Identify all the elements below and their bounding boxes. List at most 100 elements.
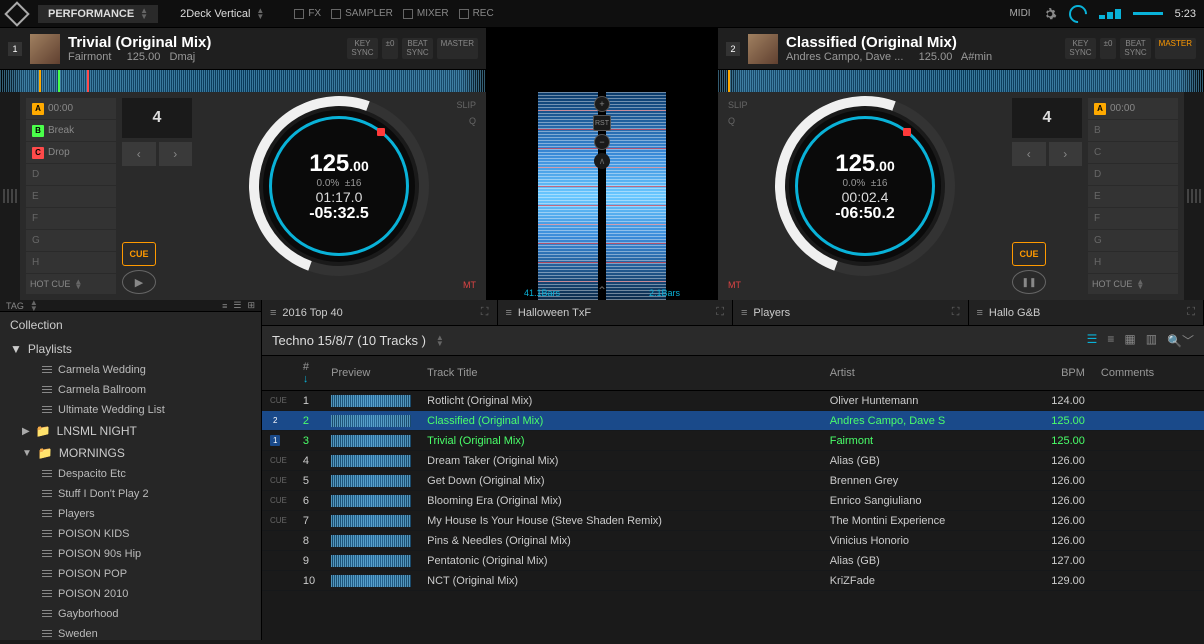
hotcue-E[interactable]: E (1088, 186, 1178, 208)
col-comments[interactable]: Comments (1093, 356, 1204, 391)
sidebar-item[interactable]: POISON POP (0, 564, 261, 584)
hotcue-F[interactable]: F (26, 208, 116, 230)
slip-button[interactable]: SLIP (456, 100, 476, 110)
deck-2-overview-waveform[interactable] (718, 70, 1204, 92)
master-button[interactable]: MASTER (437, 38, 478, 60)
master-button[interactable]: MASTER (1155, 38, 1196, 60)
hotcue-F[interactable]: F (1088, 208, 1178, 230)
loop-half-button[interactable]: ‹ (122, 142, 156, 166)
col-preview[interactable]: Preview (323, 356, 419, 391)
track-row[interactable]: 10 NCT (Original Mix) KriZFade 129.00 (262, 571, 1204, 591)
mode-dropdown[interactable]: PERFORMANCE ▲▼ (38, 5, 158, 23)
master-tempo-button[interactable]: MT (463, 280, 476, 290)
tag-filter-row[interactable]: TAG ▲▼ ≡☰⊞ (0, 300, 261, 312)
gear-icon[interactable] (1043, 7, 1057, 21)
sidebar-item[interactable]: POISON KIDS (0, 524, 261, 544)
search-icon[interactable]: 🔍﹀ (1167, 332, 1194, 349)
preview-waveform[interactable] (331, 435, 411, 447)
layout-dropdown[interactable]: 2Deck Vertical ▲▼ (170, 5, 274, 23)
hotcue-label[interactable]: HOT CUE (1092, 279, 1132, 289)
crate-tab[interactable]: ≡Hallo G&B⛶ (969, 300, 1204, 325)
loop-double-button[interactable]: › (159, 142, 193, 166)
preview-waveform[interactable] (331, 395, 411, 407)
preview-waveform[interactable] (331, 415, 411, 427)
volume-icon[interactable] (1099, 9, 1121, 19)
vertical-waveforms[interactable]: + RST − ∧ 41.1Bars 2.1Bars ⌃ (486, 92, 718, 300)
playlists-header[interactable]: ▼ Playlists (0, 338, 261, 360)
album-art[interactable] (30, 34, 60, 64)
app-logo-icon[interactable] (4, 1, 29, 26)
hotcue-H[interactable]: H (1088, 252, 1178, 274)
collection-header[interactable]: Collection (0, 312, 261, 338)
deck-1-waveform[interactable] (538, 92, 598, 300)
loop-half-button[interactable]: ‹ (1012, 142, 1046, 166)
key-sync-button[interactable]: KEYSYNC (347, 38, 377, 60)
play-button[interactable]: ▶ (122, 270, 156, 294)
sidebar-item[interactable]: Sweden (0, 624, 261, 644)
preview-waveform[interactable] (331, 535, 411, 547)
deck-1-overview-waveform[interactable] (0, 70, 486, 92)
sidebar-item[interactable]: POISON 2010 (0, 584, 261, 604)
track-row[interactable]: 2 2 Classified (Original Mix) Andres Cam… (262, 411, 1204, 431)
col-bpm[interactable]: BPM (1033, 356, 1093, 391)
zoom-reset-button[interactable]: RST (593, 115, 611, 131)
beat-sync-button[interactable]: BEATSYNC (1120, 38, 1150, 60)
cue-button[interactable]: CUE (1012, 242, 1046, 266)
midi-button[interactable]: MIDI (1009, 8, 1030, 19)
collapse-up-icon[interactable]: ∧ (594, 153, 610, 169)
col-num[interactable]: # ↓ (295, 356, 323, 391)
play-button[interactable]: ❚❚ (1012, 270, 1046, 294)
expand-icon[interactable]: ⌃ (597, 284, 607, 298)
preview-waveform[interactable] (331, 455, 411, 467)
deck-2-waveform[interactable] (606, 92, 666, 300)
sidebar-item[interactable]: POISON 90s Hip (0, 544, 261, 564)
hotcue-D[interactable]: D (26, 164, 116, 186)
hotcue-H[interactable]: H (26, 252, 116, 274)
zoom-out-icon[interactable]: − (594, 134, 610, 150)
crate-tab[interactable]: ≡2016 Top 40⛶ (262, 300, 498, 325)
sidebar-item[interactable]: Despacito Etc (0, 464, 261, 484)
sidebar-item[interactable]: Stuff I Don't Play 2 (0, 484, 261, 504)
preview-waveform[interactable] (331, 515, 411, 527)
toggle-fx[interactable]: FX (294, 8, 321, 19)
sidebar-item[interactable]: ▶ 📁LNSML NIGHT (0, 420, 261, 442)
view-artwork-icon[interactable]: ▥ (1146, 332, 1157, 349)
album-art[interactable] (748, 34, 778, 64)
hotcue-C[interactable]: CDrop (26, 142, 116, 164)
hotcue-G[interactable]: G (1088, 230, 1178, 252)
crate-tab[interactable]: ≡Players⛶ (733, 300, 969, 325)
loop-value[interactable]: 4 (122, 98, 192, 138)
hotcue-A[interactable]: A00:00 (1088, 98, 1178, 120)
col-artist[interactable]: Artist (822, 356, 1033, 391)
sidebar-item[interactable]: ▼ 📁MORNINGS (0, 442, 261, 464)
pitch-value[interactable]: ±0 (1100, 38, 1117, 60)
sidebar-item[interactable]: Players (0, 504, 261, 524)
sidebar-item[interactable]: Gayborhood (0, 604, 261, 624)
track-row[interactable]: CUE 4 Dream Taker (Original Mix) Alias (… (262, 451, 1204, 471)
sidebar-item[interactable]: Carmela Wedding (0, 360, 261, 380)
master-knob-icon[interactable] (1065, 1, 1090, 26)
jog-wheel[interactable]: 125.00 0.0% ±16 00:02.4 -06:50.2 (781, 102, 949, 270)
preview-waveform[interactable] (331, 475, 411, 487)
master-tempo-button[interactable]: MT (728, 280, 741, 290)
hotcue-C[interactable]: C (1088, 142, 1178, 164)
cue-button[interactable]: CUE (122, 242, 156, 266)
track-row[interactable]: CUE 6 Blooming Era (Original Mix) Enrico… (262, 491, 1204, 511)
jog-wheel[interactable]: 125.00 0.0% ±16 01:17.0 -05:32.5 (255, 102, 423, 270)
track-row[interactable]: 8 Pins & Needles (Original Mix) Vinicius… (262, 531, 1204, 551)
loop-value[interactable]: 4 (1012, 98, 1082, 138)
track-row[interactable]: CUE 1 Rotlicht (Original Mix) Oliver Hun… (262, 391, 1204, 411)
loop-double-button[interactable]: › (1049, 142, 1083, 166)
view-list-icon[interactable]: ☰ (1087, 332, 1098, 349)
toggle-mixer[interactable]: MIXER (403, 8, 449, 19)
track-row[interactable]: CUE 5 Get Down (Original Mix) Brennen Gr… (262, 471, 1204, 491)
key-sync-button[interactable]: KEYSYNC (1065, 38, 1095, 60)
hotcue-B[interactable]: B (1088, 120, 1178, 142)
view-detail-icon[interactable]: ≡ (1107, 332, 1114, 349)
quantize-button[interactable]: Q (469, 116, 476, 126)
preview-waveform[interactable] (331, 555, 411, 567)
hotcue-A[interactable]: A00:00 (26, 98, 116, 120)
hotcue-label[interactable]: HOT CUE (30, 279, 70, 289)
pitch-value[interactable]: ±0 (382, 38, 399, 60)
quantize-button[interactable]: Q (728, 116, 735, 126)
